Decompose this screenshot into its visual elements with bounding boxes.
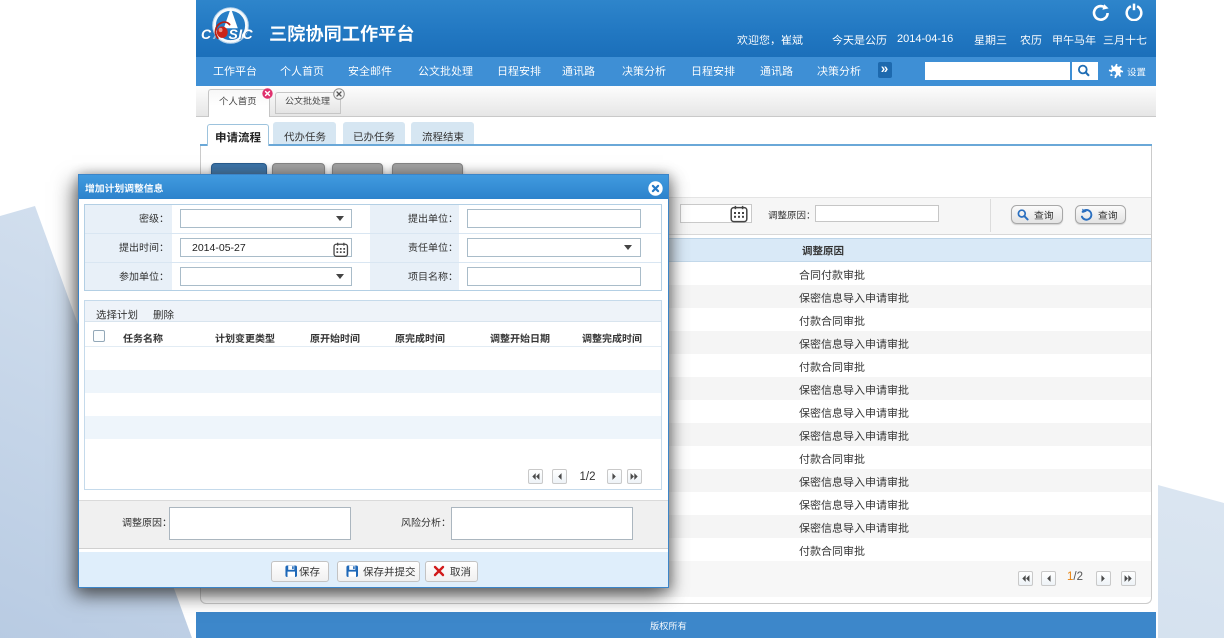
svg-text:SIC: SIC <box>229 26 254 42</box>
svg-text:C: C <box>201 26 212 42</box>
